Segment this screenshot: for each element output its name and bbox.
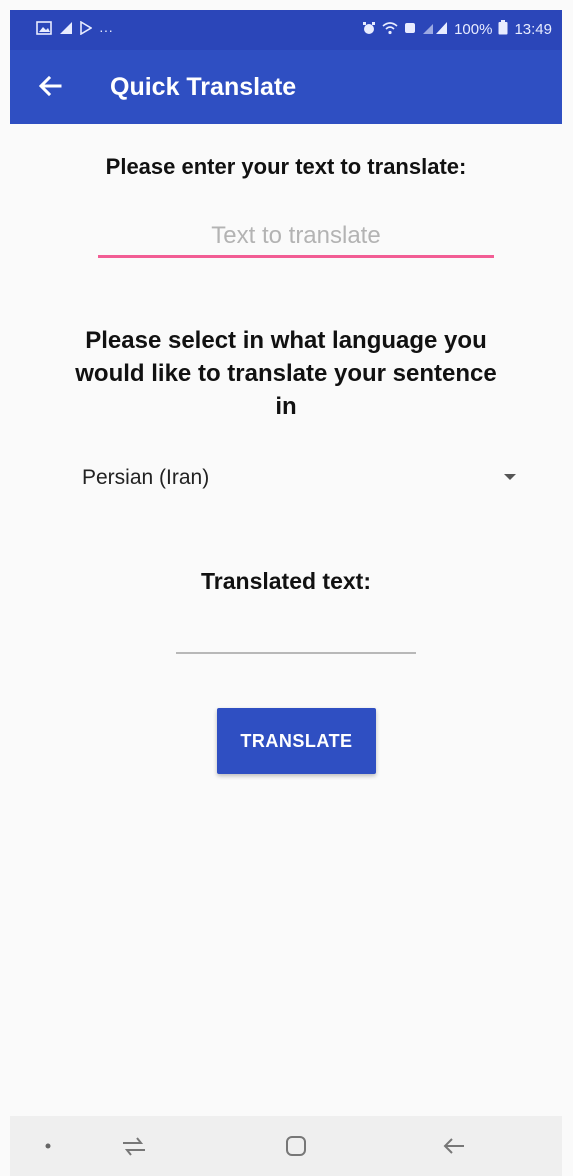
recents-icon <box>123 1137 145 1156</box>
alarm-icon <box>362 20 376 40</box>
system-back-button[interactable] <box>434 1128 474 1164</box>
play-store-icon <box>80 20 93 40</box>
app-title: Quick Translate <box>110 73 297 101</box>
dot-icon <box>45 1143 51 1149</box>
data-icon <box>404 20 416 40</box>
more-icon: ··· <box>99 22 113 38</box>
status-left-icons: ··· <box>36 20 113 40</box>
input-prompt: Please enter your text to translate: <box>105 154 467 179</box>
arrow-back-icon <box>38 75 62 97</box>
nav-dot-button[interactable] <box>28 1128 68 1164</box>
language-dropdown[interactable]: Persian (Iran) <box>82 460 522 500</box>
language-prompt: Please select in what language you would… <box>75 327 497 420</box>
selected-language: Persian (Iran) <box>82 466 210 489</box>
wifi-icon <box>382 20 398 40</box>
status-bar: ··· 100% 13:49 <box>10 10 562 50</box>
app-bar: Quick Translate <box>10 50 562 124</box>
text-input-container <box>98 216 494 258</box>
output-label: Translated text: <box>201 568 371 594</box>
text-to-translate-input[interactable] <box>98 216 494 255</box>
signal-icon <box>422 20 448 40</box>
home-icon <box>286 1136 306 1156</box>
translate-button[interactable]: TRANSLATE <box>217 708 376 774</box>
home-button[interactable] <box>276 1128 316 1164</box>
recents-button[interactable] <box>114 1128 154 1164</box>
navigation-bar <box>10 1116 562 1176</box>
notification-icon <box>59 20 73 40</box>
translated-text-field[interactable] <box>176 614 416 654</box>
status-right-icons: 100% 13:49 <box>362 20 552 40</box>
battery-icon <box>498 20 508 40</box>
phone-screen: ··· 100% 13:49 Quick Translate Please en… <box>0 0 573 1176</box>
back-button[interactable] <box>34 70 66 102</box>
back-icon <box>443 1138 464 1154</box>
chevron-down-icon <box>504 474 516 480</box>
gallery-icon <box>36 20 52 40</box>
battery-percent: 100% <box>454 21 493 38</box>
main-content: Please enter your text to translate: Ple… <box>10 124 562 1054</box>
status-time: 13:49 <box>514 21 552 38</box>
